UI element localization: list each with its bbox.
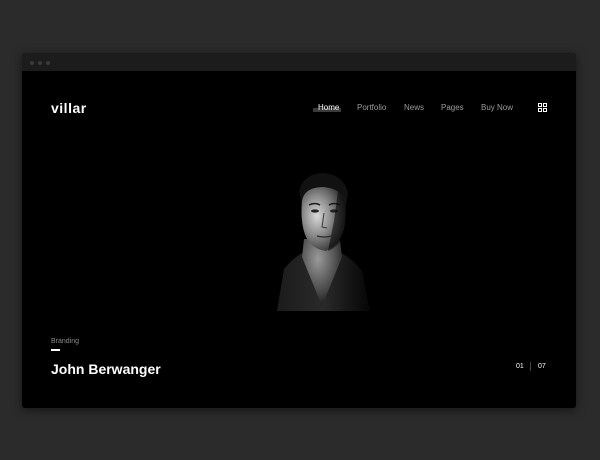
portrait-photo bbox=[277, 173, 370, 311]
nav-item-buy-now[interactable]: Buy Now bbox=[481, 103, 513, 112]
nav-item-pages[interactable]: Pages bbox=[441, 103, 464, 112]
pager-current[interactable]: 01 bbox=[516, 363, 524, 370]
browser-chrome-bar bbox=[22, 53, 576, 71]
nav-item-news[interactable]: News bbox=[404, 103, 424, 112]
browser-window: villar Home Portfolio News Pages Buy Now bbox=[22, 53, 576, 408]
nav-item-portfolio[interactable]: Portfolio bbox=[357, 103, 386, 112]
hero-title[interactable]: John Berwanger bbox=[51, 361, 161, 377]
pager-total[interactable]: 07 bbox=[538, 363, 546, 370]
nav-item-home[interactable]: Home bbox=[318, 103, 339, 112]
window-dot bbox=[38, 61, 42, 65]
category-divider bbox=[51, 349, 60, 351]
site-logo[interactable]: villar bbox=[51, 100, 87, 116]
pager-divider bbox=[530, 362, 531, 371]
window-dot bbox=[30, 61, 34, 65]
grid-icon[interactable] bbox=[538, 103, 547, 112]
window-dot bbox=[46, 61, 50, 65]
hero-category: Branding bbox=[51, 338, 80, 345]
